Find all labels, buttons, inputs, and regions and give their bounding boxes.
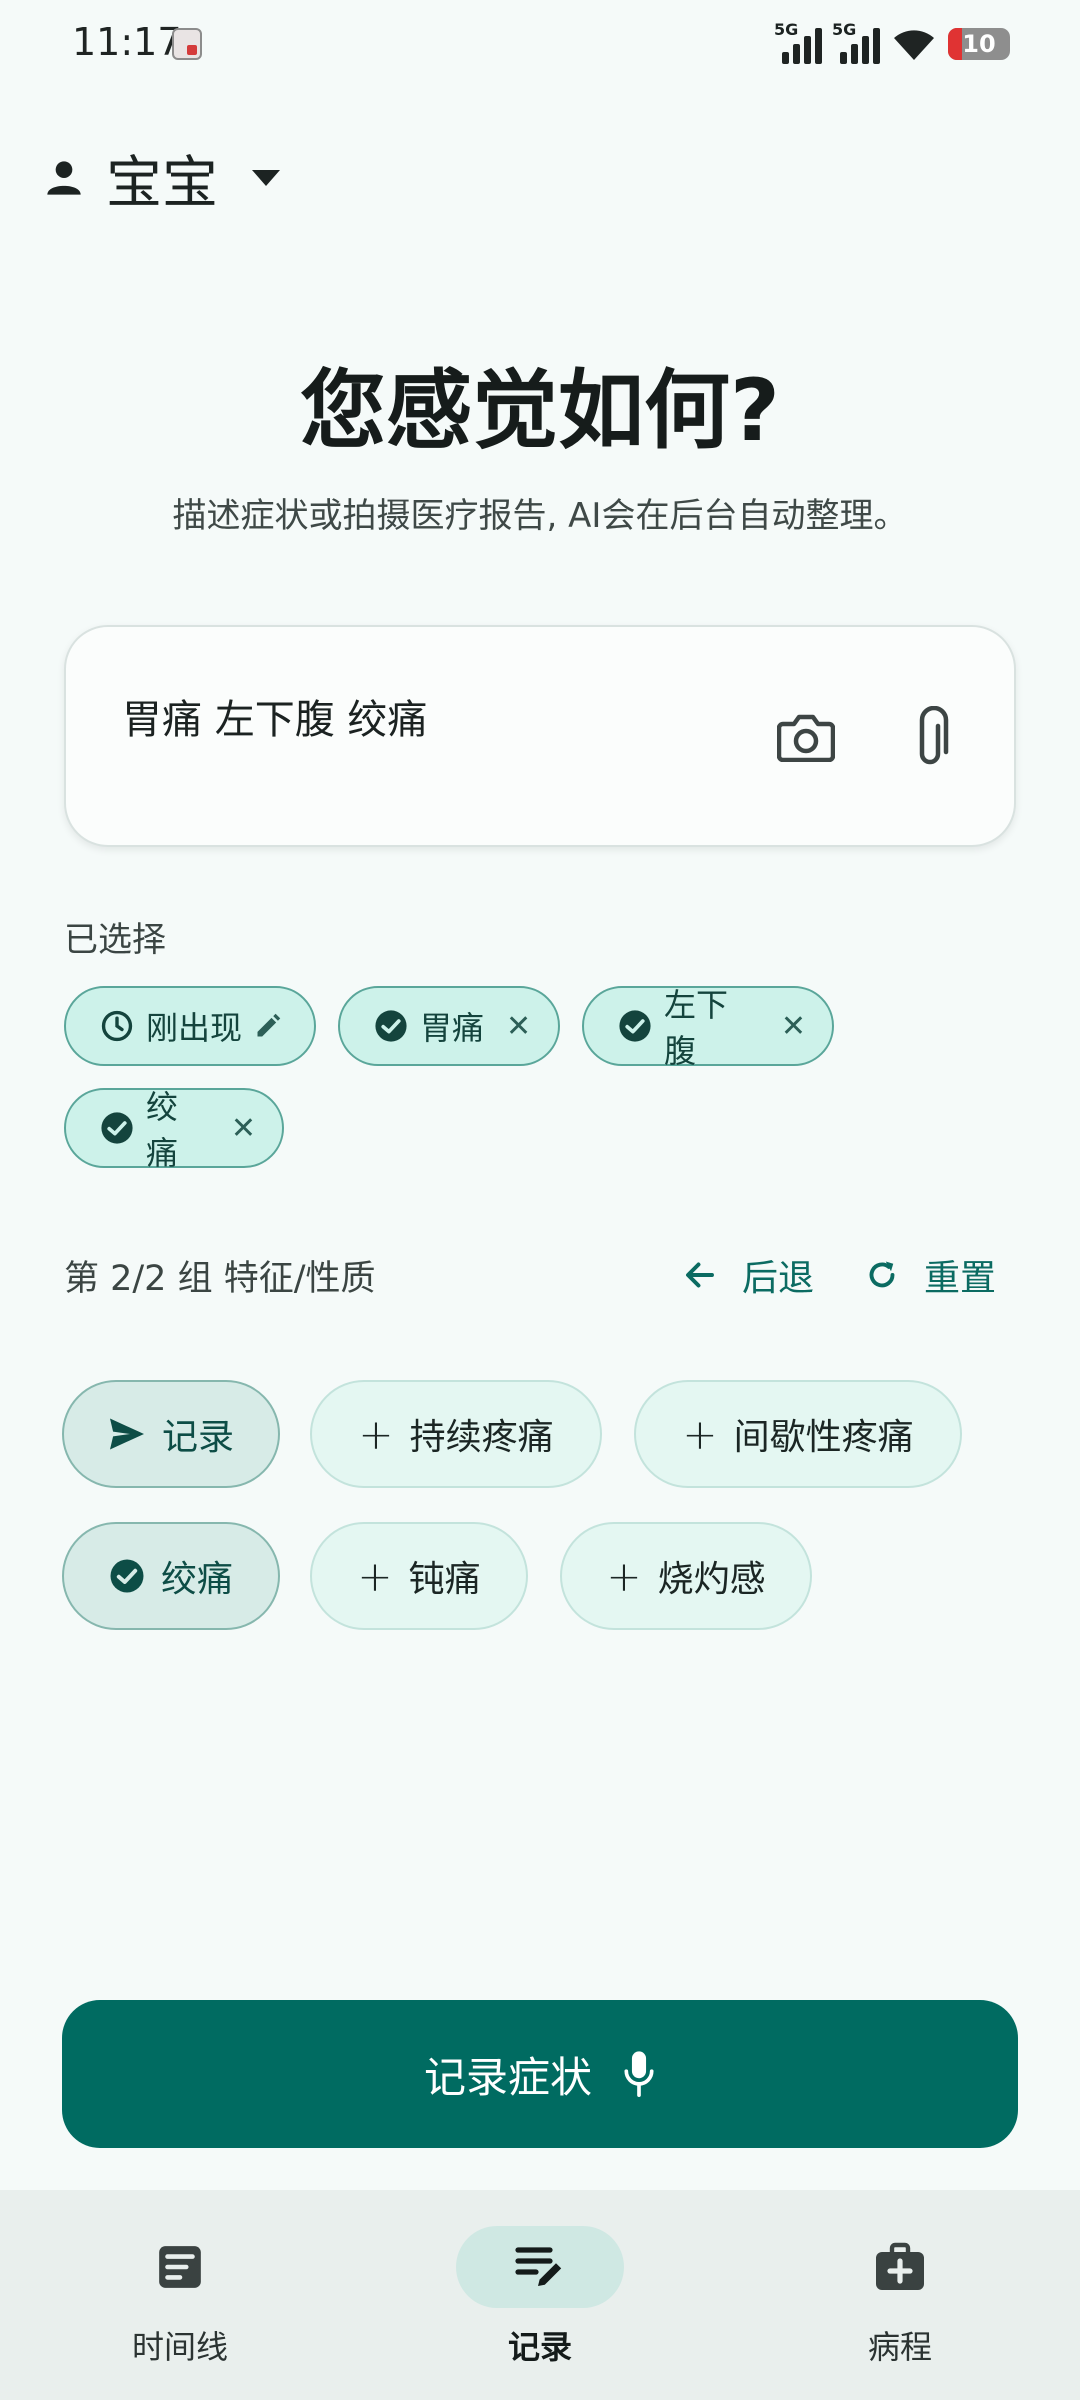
chip-label: 绞痛 bbox=[146, 1088, 179, 1172]
option-persistent-pain[interactable]: + 持续疼痛 bbox=[310, 1380, 602, 1488]
clock-icon bbox=[101, 1010, 133, 1042]
option-label: 间歇性疼痛 bbox=[733, 1417, 914, 1458]
record-symptoms-button[interactable]: 记录症状 bbox=[62, 2000, 1018, 2148]
battery-icon: 10 bbox=[948, 28, 1010, 60]
network-type-label: 5G bbox=[832, 20, 857, 39]
edit-icon[interactable] bbox=[254, 1012, 282, 1040]
option-label: 钝痛 bbox=[408, 1559, 481, 1600]
nav-item-record[interactable]: 记录 bbox=[420, 2226, 660, 2368]
option-label: 记录 bbox=[161, 1417, 234, 1458]
page-subtitle: 描述症状或拍摄医疗报告, AI会在后台自动整理。 bbox=[172, 496, 908, 536]
profile-selector[interactable]: 宝宝 bbox=[44, 138, 280, 218]
option-label: 烧灼感 bbox=[657, 1559, 766, 1600]
notification-app-icon bbox=[172, 28, 202, 60]
camera-icon bbox=[777, 714, 835, 762]
app-screen: 11:17 5G 5G 10 宝宝 您感觉如何? 描述症状或拍摄医疗报告, AI… bbox=[0, 0, 1080, 2400]
nav-label: 时间线 bbox=[131, 2328, 228, 2366]
option-burning[interactable]: + 烧灼感 bbox=[560, 1522, 812, 1630]
chip-stomach-ache[interactable]: 胃痛 ✕ bbox=[338, 986, 560, 1066]
nav-item-medical-history[interactable]: 病程 bbox=[780, 2226, 1020, 2368]
group-progress-label: 第 2/2 组 特征/性质 bbox=[64, 1259, 376, 1299]
option-intermittent-pain[interactable]: + 间歇性疼痛 bbox=[634, 1380, 962, 1488]
cellular-signal-icon: 5G bbox=[774, 20, 822, 64]
option-record[interactable]: 记录 bbox=[62, 1380, 280, 1488]
network-type-label: 5G bbox=[774, 20, 799, 39]
profile-name: 宝宝 bbox=[106, 150, 218, 216]
selected-section-label: 已选择 bbox=[64, 920, 166, 960]
chip-colic-pain[interactable]: 绞痛 ✕ bbox=[64, 1088, 284, 1172]
status-indicators: 5G 5G 10 bbox=[774, 20, 1010, 66]
wifi-icon bbox=[894, 30, 934, 60]
page-title: 您感觉如何? bbox=[300, 361, 780, 461]
close-icon[interactable]: ✕ bbox=[231, 1111, 256, 1146]
check-circle-icon bbox=[110, 1559, 144, 1593]
nav-label: 记录 bbox=[507, 2328, 572, 2366]
chip-label: 刚出现 bbox=[146, 1009, 243, 1047]
nav-label: 病程 bbox=[867, 2328, 932, 2366]
option-colic[interactable]: 绞痛 bbox=[62, 1522, 280, 1630]
symptom-input[interactable]: 胃痛 左下腹 绞痛 bbox=[122, 687, 427, 745]
nav-icon-container bbox=[456, 2226, 624, 2308]
battery-level: 10 bbox=[962, 30, 996, 58]
option-label: 绞痛 bbox=[160, 1559, 233, 1600]
back-label: 后退 bbox=[742, 1258, 815, 1299]
person-icon bbox=[47, 161, 81, 195]
reset-button[interactable]: 重置 bbox=[864, 1240, 996, 1310]
medical-kit-icon bbox=[876, 2242, 924, 2290]
check-circle-icon bbox=[101, 1112, 133, 1144]
plus-icon: + bbox=[682, 1409, 718, 1459]
status-bar: 11:17 5G 5G 10 bbox=[0, 0, 1080, 90]
attach-button[interactable] bbox=[894, 697, 974, 777]
plus-icon: + bbox=[357, 1551, 393, 1601]
paperclip-icon bbox=[919, 706, 949, 765]
status-time: 11:17 bbox=[72, 20, 182, 64]
timeline-icon bbox=[159, 2246, 201, 2288]
refresh-icon bbox=[869, 1261, 895, 1288]
check-circle-icon bbox=[375, 1010, 407, 1042]
dropdown-arrow-icon bbox=[252, 170, 280, 186]
bottom-navigation: 时间线 记录 病程 bbox=[0, 2190, 1080, 2400]
notes-edit-icon bbox=[515, 2247, 562, 2286]
chip-lower-left-abdomen[interactable]: 左下腹 ✕ bbox=[582, 986, 834, 1070]
check-circle-icon bbox=[619, 1010, 651, 1042]
nav-item-timeline[interactable]: 时间线 bbox=[60, 2226, 300, 2368]
close-icon[interactable]: ✕ bbox=[506, 1009, 531, 1044]
symptom-input-card[interactable]: 胃痛 左下腹 绞痛 bbox=[64, 625, 1016, 847]
nav-icon-container bbox=[816, 2226, 984, 2308]
plus-icon: + bbox=[606, 1551, 642, 1601]
option-label: 持续疼痛 bbox=[409, 1417, 554, 1458]
send-icon bbox=[109, 1418, 144, 1450]
microphone-icon bbox=[624, 2051, 654, 2098]
camera-button[interactable] bbox=[766, 697, 846, 777]
chip-onset[interactable]: 刚出现 bbox=[64, 986, 316, 1066]
close-icon[interactable]: ✕ bbox=[781, 1009, 806, 1044]
plus-icon: + bbox=[358, 1409, 394, 1459]
back-button[interactable]: 后退 bbox=[682, 1240, 814, 1310]
arrow-left-icon bbox=[686, 1262, 714, 1288]
cellular-signal-icon: 5G bbox=[832, 20, 880, 64]
chip-label: 左下腹 bbox=[664, 986, 729, 1070]
option-dull-pain[interactable]: + 钝痛 bbox=[310, 1522, 528, 1630]
reset-label: 重置 bbox=[924, 1258, 997, 1299]
record-symptoms-label: 记录症状 bbox=[423, 2052, 592, 2102]
chip-label: 胃痛 bbox=[420, 1009, 485, 1047]
nav-icon-container bbox=[96, 2226, 264, 2308]
